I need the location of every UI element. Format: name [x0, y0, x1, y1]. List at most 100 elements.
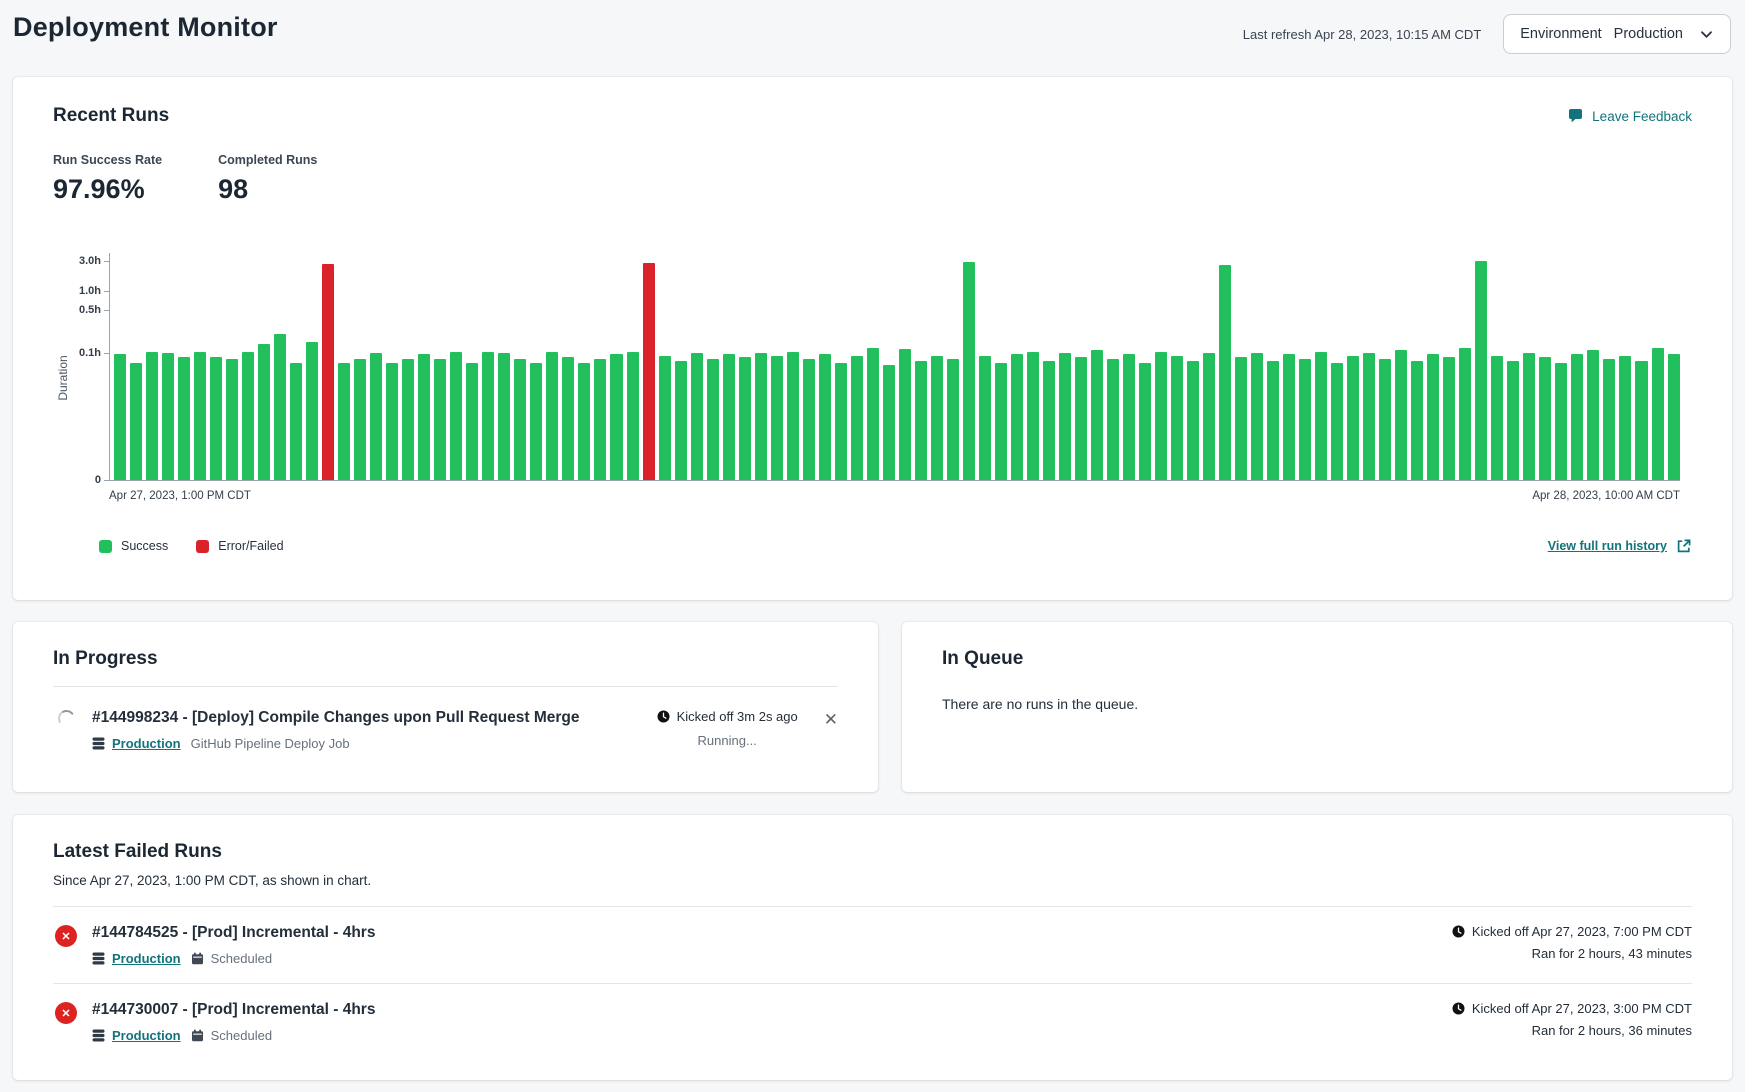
- chart-bar[interactable]: [1091, 350, 1103, 480]
- chart-bar[interactable]: [178, 357, 190, 480]
- chart-bar[interactable]: [755, 353, 767, 480]
- chart-bar[interactable]: [1187, 361, 1199, 480]
- chart-bar[interactable]: [1379, 359, 1391, 480]
- chart-bar[interactable]: [659, 356, 671, 480]
- chart-bar[interactable]: [1571, 354, 1583, 480]
- chart-bar[interactable]: [562, 357, 574, 480]
- chart-bar[interactable]: [1427, 354, 1439, 480]
- chart-bar[interactable]: [242, 352, 254, 480]
- chart-bar[interactable]: [771, 356, 783, 480]
- chart-bar[interactable]: [1123, 354, 1135, 480]
- chart-bar[interactable]: [578, 363, 590, 480]
- chart-bar[interactable]: [1507, 361, 1519, 480]
- chart-bar[interactable]: [1203, 353, 1215, 480]
- chart-bar[interactable]: [1075, 357, 1087, 480]
- chart-bar[interactable]: [1523, 353, 1535, 480]
- chart-bar[interactable]: [1491, 356, 1503, 480]
- chart-bar[interactable]: [915, 361, 927, 480]
- chart-bar[interactable]: [1331, 363, 1343, 480]
- chart-bar[interactable]: [1139, 363, 1151, 480]
- chart-bar[interactable]: [1235, 357, 1247, 480]
- chart-bar[interactable]: [1539, 357, 1551, 480]
- chart-bar[interactable]: [707, 359, 719, 480]
- chart-bar[interactable]: [530, 363, 542, 480]
- chart-bar[interactable]: [675, 361, 687, 480]
- environment-link[interactable]: Production: [92, 736, 181, 751]
- chart-bar[interactable]: [466, 363, 478, 480]
- view-full-run-history-link[interactable]: View full run history: [1548, 538, 1692, 554]
- chart-bar[interactable]: [1027, 352, 1039, 480]
- chart-bar[interactable]: [594, 359, 606, 480]
- chart-bar[interactable]: [883, 365, 895, 480]
- chart-bar[interactable]: [851, 356, 863, 480]
- chart-bar[interactable]: [787, 352, 799, 480]
- chart-bar[interactable]: [691, 353, 703, 480]
- chart-bar[interactable]: [162, 353, 174, 480]
- chart-bar[interactable]: [274, 334, 286, 480]
- chart-bar[interactable]: [1363, 353, 1375, 480]
- chart-bar[interactable]: [402, 359, 414, 480]
- chart-bar[interactable]: [931, 356, 943, 480]
- chart-bar[interactable]: [739, 357, 751, 480]
- chart-bar[interactable]: [803, 359, 815, 480]
- chart-bar[interactable]: [482, 352, 494, 480]
- chart-bar[interactable]: [1299, 359, 1311, 480]
- chart-bar[interactable]: [1395, 350, 1407, 480]
- chart-bar[interactable]: [1155, 352, 1167, 480]
- chart-bar[interactable]: [1603, 359, 1615, 480]
- chart-bar[interactable]: [546, 352, 558, 480]
- environment-link[interactable]: Production: [92, 951, 181, 966]
- chart-bar[interactable]: [1011, 354, 1023, 480]
- chart-bar[interactable]: [226, 359, 238, 480]
- chart-bar[interactable]: [1043, 361, 1055, 480]
- chart-bar[interactable]: [979, 356, 991, 480]
- chart-bar[interactable]: [867, 348, 879, 480]
- chart-bar[interactable]: [1555, 363, 1567, 480]
- chart-bar[interactable]: [194, 352, 206, 480]
- chart-bar[interactable]: [130, 363, 142, 480]
- leave-feedback-link[interactable]: Leave Feedback: [1567, 108, 1692, 125]
- environment-dropdown[interactable]: Environment Production: [1503, 14, 1731, 54]
- chart-bar[interactable]: [322, 264, 334, 480]
- chart-bar[interactable]: [1251, 353, 1263, 480]
- chart-bar[interactable]: [210, 357, 222, 480]
- chart-bar[interactable]: [627, 352, 639, 480]
- chart-bar[interactable]: [723, 354, 735, 480]
- chart-bar[interactable]: [514, 359, 526, 480]
- chart-bar[interactable]: [1459, 348, 1471, 480]
- chart-bar[interactable]: [963, 262, 975, 480]
- chart-bar[interactable]: [1619, 356, 1631, 480]
- chart-bar[interactable]: [1347, 356, 1359, 480]
- chart-bar[interactable]: [450, 352, 462, 480]
- chart-bar[interactable]: [114, 354, 126, 480]
- chart-bar[interactable]: [819, 354, 831, 480]
- chart-bar[interactable]: [995, 363, 1007, 480]
- chart-bar[interactable]: [1668, 354, 1680, 480]
- close-icon[interactable]: ✕: [824, 709, 838, 751]
- chart-bar[interactable]: [1107, 359, 1119, 480]
- chart-bar[interactable]: [835, 363, 847, 480]
- chart-bar[interactable]: [418, 354, 430, 480]
- chart-bar[interactable]: [338, 363, 350, 480]
- chart-bar[interactable]: [306, 342, 318, 480]
- chart-bar[interactable]: [1635, 361, 1647, 480]
- chart-bar[interactable]: [1283, 354, 1295, 480]
- environment-link[interactable]: Production: [92, 1028, 181, 1043]
- chart-bar[interactable]: [1411, 361, 1423, 480]
- chart-bar[interactable]: [1652, 348, 1664, 480]
- chart-bar[interactable]: [1587, 350, 1599, 480]
- chart-bar[interactable]: [1059, 353, 1071, 480]
- chart-bar[interactable]: [1475, 261, 1487, 480]
- chart-bar[interactable]: [1219, 265, 1231, 480]
- chart-bar[interactable]: [643, 263, 655, 480]
- chart-bar[interactable]: [1315, 352, 1327, 480]
- chart-bar[interactable]: [947, 359, 959, 480]
- chart-bar[interactable]: [498, 353, 510, 480]
- chart-bar[interactable]: [899, 349, 911, 480]
- chart-bar[interactable]: [1171, 356, 1183, 480]
- chart-bar[interactable]: [610, 354, 622, 481]
- chart-bar[interactable]: [290, 363, 302, 480]
- chart-bar[interactable]: [354, 359, 366, 480]
- chart-bar[interactable]: [1443, 357, 1455, 480]
- chart-bar[interactable]: [386, 363, 398, 480]
